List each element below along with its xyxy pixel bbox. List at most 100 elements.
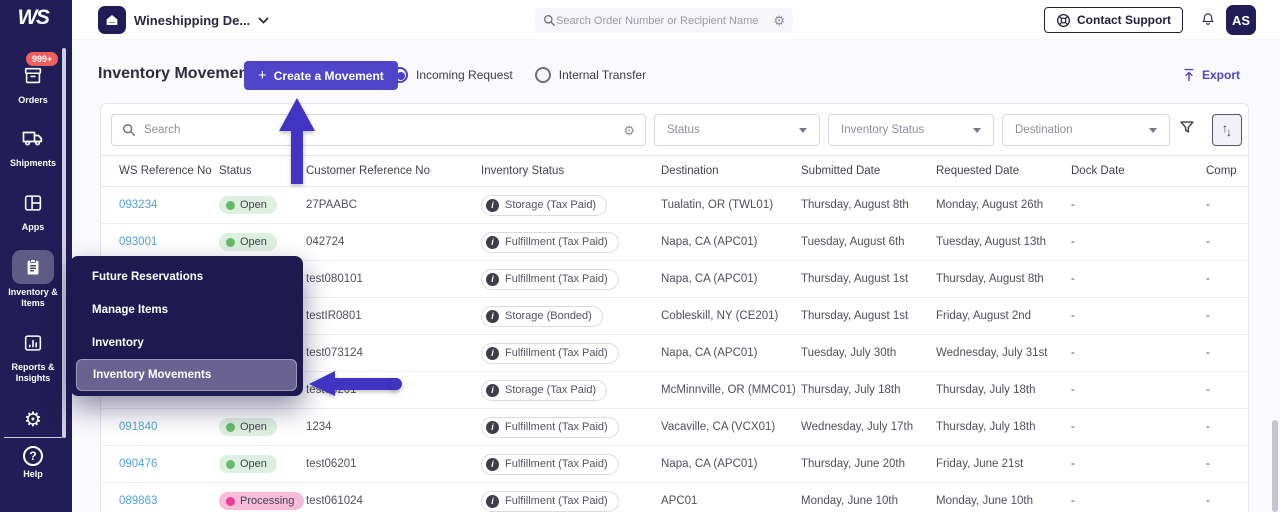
dropdown-caret-icon [973, 127, 981, 133]
column-header[interactable]: Customer Reference No [306, 165, 481, 177]
table-header: WS Reference No Status Customer Referenc… [101, 156, 1248, 187]
ws-logo: WS [17, 6, 50, 29]
dropdown-caret-icon [1149, 127, 1157, 133]
table-row[interactable]: 089863 Processing test061024 i Fulfillmen… [101, 483, 1248, 512]
completed-date-cell: - [1206, 310, 1210, 322]
inventory-status-pill: i Fulfillment (Tax Paid) [481, 416, 619, 438]
menu-item-manage-items[interactable]: Manage Items [70, 293, 303, 326]
search-settings-icon[interactable]: ⚙ [773, 14, 785, 27]
notifications-bell-icon[interactable] [1199, 10, 1217, 29]
inventory-status-cell: i Fulfillment (Tax Paid) [481, 416, 661, 438]
column-header[interactable]: Submitted Date [801, 165, 936, 177]
ws-reference-link[interactable]: 091840 [119, 421, 219, 433]
search-icon [123, 124, 135, 136]
inventory-status-pill: i Fulfillment (Tax Paid) [481, 268, 619, 290]
create-movement-button[interactable]: + Create a Movement [244, 61, 398, 90]
export-upload-icon [1184, 68, 1194, 82]
inventory-status-pill: i Fulfillment (Tax Paid) [481, 490, 619, 512]
filter-funnel-icon[interactable] [1178, 118, 1196, 136]
column-header[interactable]: Inventory Status [481, 165, 661, 177]
inventory-status-cell: i Storage (Tax Paid) [481, 379, 661, 401]
table-search-input[interactable] [144, 124, 616, 136]
requested-date-cell: Friday, June 21st [936, 458, 1024, 470]
create-movement-label: Create a Movement [273, 68, 384, 83]
sort-toggle-button[interactable]: ↑ ↓ [1212, 114, 1242, 146]
settings-gear-icon[interactable]: ⚙ [0, 408, 66, 432]
page-scrollbar[interactable] [1272, 420, 1278, 512]
ws-reference-link[interactable]: 090476 [119, 458, 219, 470]
sidebar-item-label: Reports & Insights [11, 362, 55, 383]
sidebar-item-shipments[interactable]: Shipments [0, 126, 66, 169]
column-header[interactable]: Status [219, 165, 306, 177]
destination-cell: Napa, CA (APC01) [661, 347, 758, 359]
ws-reference-link[interactable]: 089863 [119, 495, 219, 507]
inventory-status-cell: i Fulfillment (Tax Paid) [481, 490, 661, 512]
destination-cell: Tualatin, OR (TWL01) [661, 199, 774, 211]
destination-cell: Napa, CA (APC01) [661, 236, 758, 248]
inventory-status-filter-dropdown[interactable]: Inventory Status [828, 114, 994, 146]
ws-reference-link[interactable]: 093234 [119, 199, 219, 211]
filter-row: ⚙ Status Inventory Status Destination [101, 104, 1248, 156]
table-search: ⚙ [111, 114, 646, 146]
table-row[interactable]: 090476 Open test06201 i Fulfillment (Tax … [101, 446, 1248, 483]
dock-date-cell: - [1071, 236, 1075, 248]
bar-chart-icon [22, 332, 44, 354]
menu-item-future-reservations[interactable]: Future Reservations [70, 260, 303, 293]
completed-date-cell: - [1206, 273, 1210, 285]
export-button[interactable]: Export [1182, 67, 1240, 83]
orders-box-icon [22, 65, 44, 87]
destination-filter-dropdown[interactable]: Destination [1002, 114, 1170, 146]
global-search-input[interactable] [556, 14, 774, 27]
menu-item-inventory-movements[interactable]: Inventory Movements [76, 359, 297, 391]
customer-reference-cell: test06201 [306, 384, 357, 396]
company-selector[interactable]: Wineshipping De... [98, 6, 269, 34]
completed-date-cell: - [1206, 199, 1210, 211]
destination-cell: Vacaville, CA (VCX01) [661, 421, 776, 433]
column-header[interactable]: Destination [661, 165, 801, 177]
truck-icon [21, 126, 45, 150]
table-row[interactable]: 091840 Open 1234 i Fulfillment (Tax Paid)… [101, 409, 1248, 446]
submitted-date-cell: Thursday, June 20th [801, 458, 905, 470]
destination-cell: McMinnville, OR (MMC01) [661, 384, 796, 396]
ws-reference-link[interactable]: 093001 [119, 236, 219, 248]
sidebar-item-apps[interactable]: Apps [0, 192, 66, 233]
destination-cell: Cobleskill, NY (CE201) [661, 310, 779, 322]
inventory-status-cell: i Fulfillment (Tax Paid) [481, 453, 661, 475]
inventory-status-pill: i Storage (Tax Paid) [481, 379, 608, 401]
sidebar-item-help[interactable]: ? Help [0, 446, 66, 480]
column-header[interactable]: Requested Date [936, 165, 1071, 177]
user-avatar[interactable]: AS [1226, 5, 1256, 35]
dock-date-cell: - [1071, 347, 1075, 359]
completed-date-cell: - [1206, 458, 1210, 470]
sidebar-item-label: Inventory & Items [8, 287, 58, 308]
search-settings-icon[interactable]: ⚙ [623, 124, 635, 137]
menu-item-inventory[interactable]: Inventory [70, 326, 303, 359]
sidebar-item-orders[interactable]: 999+ Orders [0, 52, 66, 106]
info-icon: i [486, 383, 499, 397]
radio-internal-transfer[interactable]: Internal Transfer [534, 67, 646, 83]
destination-cell: Napa, CA (APC01) [661, 273, 758, 285]
table-row[interactable]: 093234 Open 27PAABC i Storage (Tax Paid) … [101, 187, 1248, 224]
sidebar-divider [4, 437, 62, 438]
status-filter-dropdown[interactable]: Status [654, 114, 820, 146]
info-icon: i [486, 272, 499, 286]
orders-count-badge: 999+ [26, 52, 59, 66]
requested-date-cell: Tuesday, August 13th [936, 236, 1046, 248]
radio-incoming-request[interactable]: Incoming Request [392, 67, 513, 83]
column-header[interactable]: Dock Date [1071, 165, 1206, 177]
info-icon: i [486, 346, 499, 360]
info-icon: i [486, 494, 499, 508]
sidebar-item-reports-insights[interactable]: Reports & Insights [0, 332, 66, 384]
radio-unselected-icon [534, 67, 551, 83]
submitted-date-cell: Wednesday, July 17th [801, 421, 914, 433]
customer-reference-cell: test073124 [306, 347, 363, 359]
contact-support-button[interactable]: Contact Support [1044, 7, 1183, 33]
column-header[interactable]: Comp [1206, 165, 1248, 177]
sidebar-item-label: Help [23, 469, 43, 479]
completed-date-cell: - [1206, 421, 1210, 433]
inventory-status-pill: i Storage (Tax Paid) [481, 194, 608, 216]
inventory-status-pill: i Fulfillment (Tax Paid) [481, 231, 619, 253]
column-header[interactable]: WS Reference No [119, 165, 219, 177]
sidebar: WS 999+ Orders Shipments Apps Inventory … [0, 0, 72, 512]
sidebar-item-inventory-items[interactable]: Inventory & Items [0, 250, 66, 309]
